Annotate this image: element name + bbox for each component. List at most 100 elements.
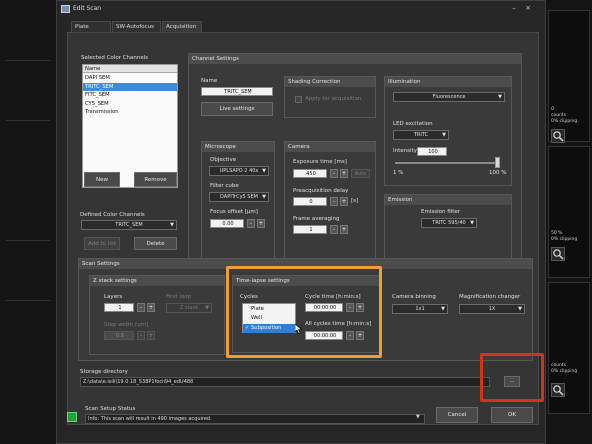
edit-scan-dialog: Edit Scan – × Plate Manager SW-Autofocus… bbox=[56, 0, 546, 444]
chevron-down-icon: ▼ bbox=[470, 220, 474, 226]
ok-button[interactable]: OK bbox=[491, 407, 533, 423]
preacq-increment-button[interactable]: + bbox=[340, 197, 348, 206]
layers-input[interactable]: 1 bbox=[104, 303, 134, 312]
defined-channel-select[interactable]: TRITC_SEM ▼ bbox=[81, 220, 177, 230]
exposure-increment-button[interactable]: + bbox=[340, 169, 348, 178]
minimize-icon[interactable]: – bbox=[509, 4, 519, 13]
emission-filter-value: TRITC 595/40 bbox=[432, 220, 466, 226]
histogram-panel: 50 % 0% clipping bbox=[548, 146, 590, 278]
focus-increment-button[interactable]: + bbox=[257, 219, 265, 228]
apply-acquisition-checkbox[interactable] bbox=[295, 96, 302, 103]
background-left-panel bbox=[0, 0, 56, 444]
background-right-panel: 0 counts 0% clipping 50 % 0% clipping co… bbox=[546, 0, 592, 444]
preacquisition-label: Preacquisition delay bbox=[293, 188, 349, 194]
delete-channel-button[interactable]: Delete bbox=[134, 237, 177, 250]
intensity-input[interactable]: 100 bbox=[417, 147, 447, 156]
focus-offset-input[interactable]: 0.00 bbox=[210, 219, 244, 228]
camera-binning-select[interactable]: 1x1 ▼ bbox=[392, 304, 448, 314]
preacq-decrement-button[interactable]: - bbox=[330, 197, 338, 206]
filter-cube-value: DAPITrCy5 SEM bbox=[220, 194, 258, 200]
objective-label: Objective bbox=[210, 157, 237, 163]
emission-header: Emission bbox=[385, 195, 511, 205]
chevron-down-icon: ▼ bbox=[205, 305, 209, 311]
hist-label-clipping: 0% clipping bbox=[551, 119, 578, 124]
hist-label-50: 50 % bbox=[551, 231, 563, 236]
step-decrement-button[interactable]: - bbox=[137, 331, 145, 340]
intensity-slider-track[interactable] bbox=[395, 162, 499, 164]
magnifier-icon[interactable] bbox=[551, 247, 565, 261]
camera-binning-value: 1x1 bbox=[415, 306, 425, 312]
new-channel-button[interactable]: New bbox=[84, 172, 120, 187]
frame-decrement-button[interactable]: - bbox=[330, 225, 338, 234]
layers-label: Layers bbox=[104, 294, 123, 300]
list-item[interactable]: Transmission bbox=[83, 108, 177, 116]
status-indicator bbox=[67, 412, 77, 422]
camera-group: Camera Exposure time [ms] 450 - + Auto P… bbox=[284, 141, 376, 267]
list-item[interactable]: FITC_SEM bbox=[83, 91, 177, 99]
camera-binning-label: Camera binning bbox=[392, 294, 436, 300]
selected-channels-label: Selected Color Channels bbox=[81, 55, 149, 61]
live-settings-button[interactable]: Live settings bbox=[201, 102, 273, 116]
chevron-down-icon[interactable]: ▼ bbox=[416, 414, 420, 420]
chevron-down-icon: ▼ bbox=[262, 168, 266, 174]
frame-averaging-input[interactable]: 1 bbox=[293, 225, 327, 234]
hist-label-counts: counts bbox=[551, 113, 567, 118]
intensity-slider-handle[interactable] bbox=[495, 157, 500, 168]
preacquisition-input[interactable]: 0 bbox=[293, 197, 327, 206]
frame-averaging-label: Frame averaging bbox=[293, 216, 340, 222]
layers-decrement-button[interactable]: - bbox=[137, 303, 145, 312]
list-item[interactable]: CY5_SEM bbox=[83, 100, 177, 108]
histogram-panel: counts 0% clipping bbox=[548, 282, 590, 414]
app-icon bbox=[61, 5, 70, 13]
objective-select[interactable]: UPLSAPO 2 40x ▼ bbox=[209, 166, 269, 176]
chevron-down-icon: ▼ bbox=[262, 194, 266, 200]
camera-header: Camera bbox=[285, 142, 375, 152]
timelapse-highlight bbox=[226, 266, 382, 358]
intensity-min-label: 1 % bbox=[393, 170, 404, 176]
step-increment-button[interactable]: + bbox=[147, 331, 155, 340]
cancel-button[interactable]: Cancel bbox=[436, 407, 478, 423]
hist-label-0: 0 bbox=[551, 107, 554, 112]
magnification-label: Magnification changer bbox=[459, 294, 521, 300]
objective-value: UPLSAPO 2 40x bbox=[219, 168, 259, 174]
remove-channel-button[interactable]: Remove bbox=[134, 172, 177, 187]
chevron-down-icon: ▼ bbox=[441, 306, 445, 312]
add-to-list-button[interactable]: Add to list bbox=[84, 237, 120, 250]
first-loop-label: First loop bbox=[166, 294, 192, 300]
illumination-header: Illumination bbox=[385, 77, 511, 87]
storage-path-input[interactable]: Z:\data\e.isili\19.0.18_538P1focii94_edU… bbox=[80, 377, 490, 387]
exposure-decrement-button[interactable]: - bbox=[330, 169, 338, 178]
magnifier-icon[interactable] bbox=[551, 129, 565, 143]
frame-increment-button[interactable]: + bbox=[340, 225, 348, 234]
first-loop-select[interactable]: Z stack ▼ bbox=[166, 303, 212, 313]
magnifier-icon[interactable] bbox=[551, 383, 565, 397]
intensity-max-label: 100 % bbox=[489, 170, 507, 176]
illumination-group: Illumination Fluorescence ▼ LED excitatio… bbox=[384, 76, 512, 186]
led-excitation-label: LED excitation bbox=[393, 121, 433, 127]
channel-settings-group: Channel Settings Name TRITC_SEM Live set… bbox=[188, 53, 522, 275]
zstack-header: Z stack settings bbox=[90, 276, 224, 286]
layers-increment-button[interactable]: + bbox=[147, 303, 155, 312]
exposure-input[interactable]: 450 bbox=[293, 169, 327, 178]
magnification-value: 1X bbox=[488, 306, 496, 312]
auto-exposure-button[interactable]: Auto bbox=[351, 169, 370, 178]
led-excitation-select[interactable]: TRITC ▼ bbox=[393, 130, 449, 140]
dialog-title: Edit Scan bbox=[73, 5, 102, 12]
list-header-name[interactable]: Name bbox=[83, 65, 177, 74]
emission-filter-select[interactable]: TRITC 595/40 ▼ bbox=[421, 218, 477, 228]
magnification-select[interactable]: 1X ▼ bbox=[459, 304, 525, 314]
illumination-mode-select[interactable]: Fluorescence ▼ bbox=[393, 92, 505, 102]
channel-name-input[interactable]: TRITC_SEM bbox=[201, 87, 273, 96]
step-width-input[interactable]: 0.8 bbox=[104, 331, 134, 340]
channel-list[interactable]: Name DAPI SEM TRITC_SEM FITC_SEM CY5_SEM… bbox=[82, 64, 178, 188]
browse-highlight bbox=[480, 353, 544, 402]
filter-cube-select[interactable]: DAPITrCy5 SEM ▼ bbox=[209, 192, 269, 202]
chevron-down-icon: ▼ bbox=[518, 306, 522, 312]
focus-decrement-button[interactable]: - bbox=[247, 219, 255, 228]
list-item-selected[interactable]: TRITC_SEM bbox=[83, 82, 177, 91]
defined-channel-value: TRITC_SEM bbox=[115, 222, 143, 228]
step-width-label: Step width [µm] bbox=[104, 322, 149, 328]
list-item[interactable]: DAPI SEM bbox=[83, 74, 177, 82]
close-icon[interactable]: × bbox=[523, 4, 533, 13]
channel-settings-header: Channel Settings bbox=[189, 54, 521, 64]
